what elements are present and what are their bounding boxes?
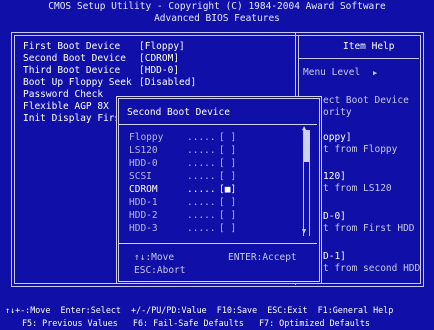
setting-third-boot-device-value[interactable]: [HDD-0]: [139, 66, 179, 76]
option-dots: .....: [187, 132, 216, 143]
help-title: Item Help: [343, 41, 395, 52]
setting-boot-up-floppy-seek-value[interactable]: [Disabled]: [139, 78, 196, 88]
hint-abort: ESC:Abort: [134, 265, 186, 276]
option-dots: .....: [187, 171, 216, 182]
option-checkbox[interactable]: [ ]: [219, 133, 236, 143]
option-checkbox[interactable]: [ ]: [219, 159, 236, 169]
help-line: t from First HDD: [323, 223, 415, 234]
help-line: t from second HDD: [323, 263, 421, 274]
option-ls120-label[interactable]: LS120: [129, 146, 158, 156]
option-dots: .....: [187, 197, 216, 208]
help-line: ority: [323, 107, 352, 118]
window-title: CMOS Setup Utility - Copyright (C) 1984-…: [48, 1, 386, 12]
option-hdd2-label[interactable]: HDD-2: [129, 211, 158, 221]
help-line: oppy]: [323, 132, 352, 143]
hint-accept: ENTER:Accept: [228, 252, 297, 263]
option-checkbox[interactable]: [ ]: [219, 172, 236, 182]
option-checkbox-selected[interactable]: [■]: [219, 185, 236, 195]
scroll-down-arrow-icon[interactable]: ▼: [302, 227, 306, 235]
option-checkbox[interactable]: [ ]: [219, 146, 236, 156]
option-scsi-label[interactable]: SCSI: [129, 172, 152, 182]
menu-level-arrow-icon: ▶: [373, 69, 378, 77]
option-checkbox[interactable]: [ ]: [219, 224, 236, 234]
help-line: D-0]: [323, 211, 346, 222]
page-subtitle: Advanced BIOS Features: [154, 13, 280, 24]
option-hdd0-label[interactable]: HDD-0: [129, 159, 158, 169]
option-dots: .....: [187, 210, 216, 221]
footer-key-help-line1: ↑↓+-:Move Enter:Select +/-/PU/PD:Value F…: [5, 305, 394, 315]
option-dots: .....: [187, 184, 216, 195]
setting-password-check-label[interactable]: Password Check: [23, 90, 103, 100]
popup-title-separator: [119, 124, 317, 125]
setting-first-boot-device-label[interactable]: First Boot Device: [23, 42, 120, 52]
option-hdd1-label[interactable]: HDD-1: [129, 198, 158, 208]
option-dots: .....: [187, 223, 216, 234]
option-dots: .....: [187, 158, 216, 169]
popup-hint-separator: [119, 243, 317, 244]
help-separator: [299, 58, 419, 59]
setting-flexible-agp-label[interactable]: Flexible AGP 8X: [23, 102, 109, 112]
help-line: D-1]: [323, 251, 346, 262]
option-hdd3-label[interactable]: HDD-3: [129, 224, 158, 234]
setting-second-boot-device-label[interactable]: Second Boot Device: [23, 54, 126, 64]
help-line: t from LS120: [323, 183, 392, 194]
menu-level-label: Menu Level: [303, 67, 361, 78]
setting-init-display-label[interactable]: Init Display Firs: [23, 114, 120, 124]
option-floppy-label[interactable]: Floppy: [129, 133, 163, 143]
help-line: t from Floppy: [323, 144, 398, 155]
setting-boot-up-floppy-seek-label[interactable]: Boot Up Floppy Seek: [23, 78, 132, 88]
setting-third-boot-device-label[interactable]: Third Boot Device: [23, 66, 120, 76]
option-checkbox[interactable]: [ ]: [219, 211, 236, 221]
help-line: 120]: [323, 171, 346, 182]
hint-move: ↑↓:Move: [134, 252, 175, 263]
option-dots: .....: [187, 145, 216, 156]
option-checkbox[interactable]: [ ]: [219, 198, 236, 208]
setting-first-boot-device-value[interactable]: [Floppy]: [139, 42, 185, 52]
help-line: ect Boot Device: [323, 95, 409, 106]
setting-second-boot-device-value[interactable]: [CDROM]: [139, 54, 179, 64]
option-cdrom-label[interactable]: CDROM: [129, 185, 158, 195]
popup-title: Second Boot Device: [127, 107, 230, 118]
popup-scroll-thumb[interactable]: [304, 130, 309, 162]
footer-key-help-line2: F5: Previous Values F6: Fail-Safe Defaul…: [22, 318, 370, 328]
